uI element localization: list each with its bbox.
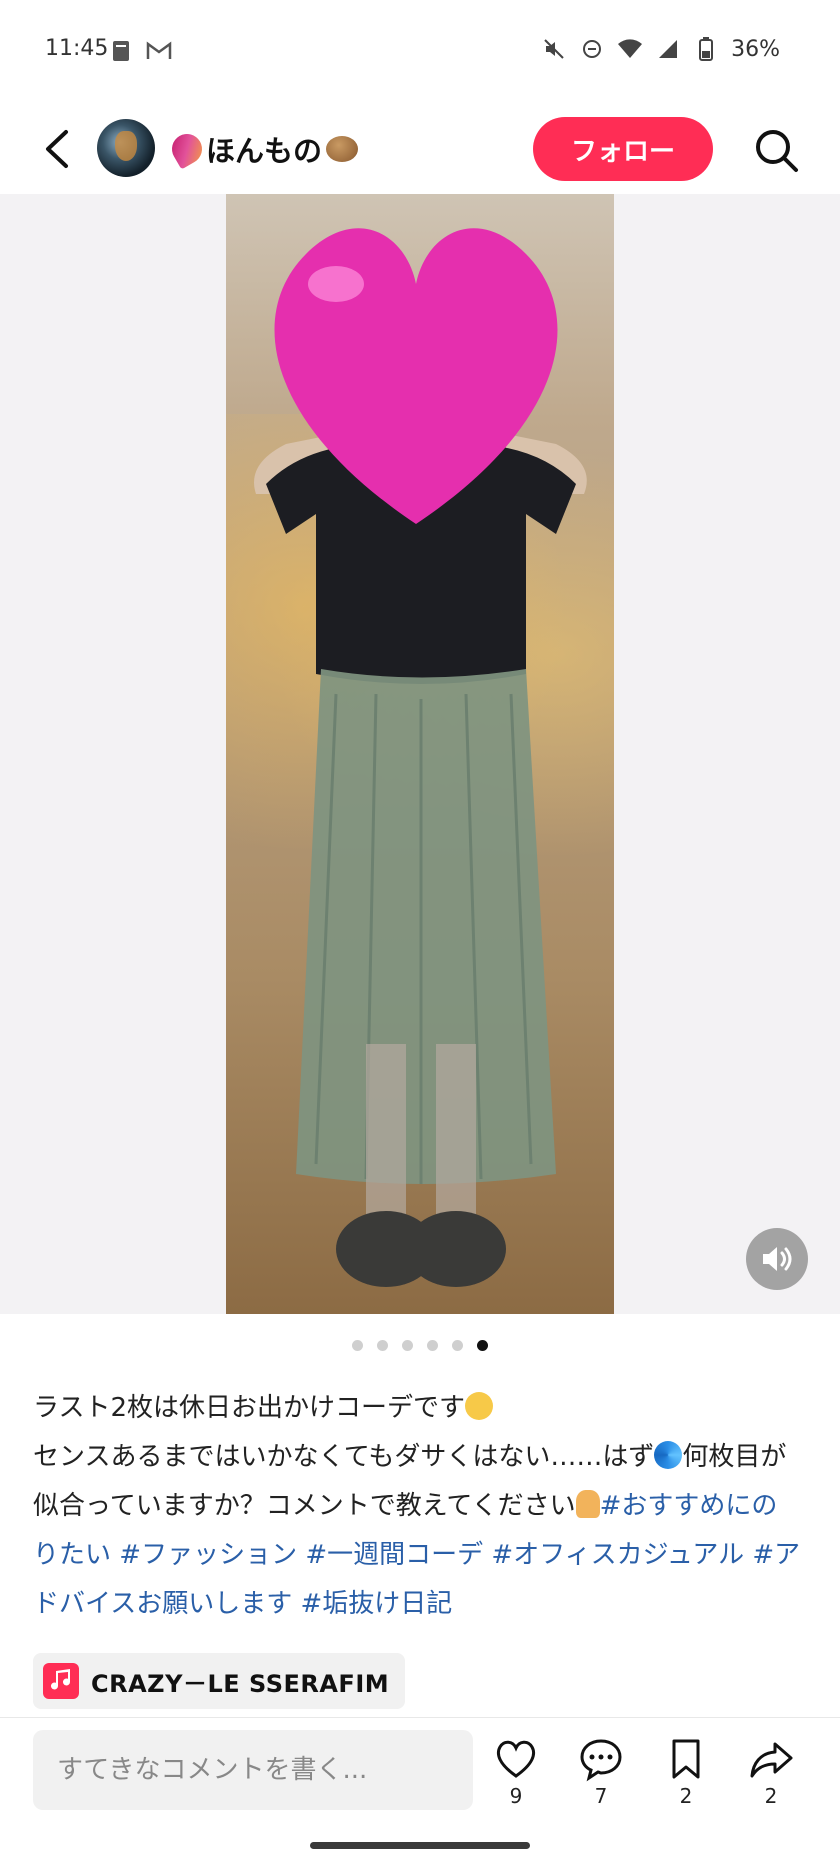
save-count: 2 [679, 1784, 693, 1808]
caption-line2a: センスあるまではいかなくてもダサくはない……はず [33, 1442, 655, 1472]
caption-line1: ラスト2枚は休日お出かけコーデです [33, 1393, 466, 1423]
search-icon [756, 130, 798, 172]
post-header: ほんもの フォロー [0, 104, 840, 195]
gmail-icon [146, 38, 172, 64]
battery-percent: 36% [731, 36, 780, 62]
heart-icon [496, 1740, 536, 1778]
page-dot [402, 1340, 413, 1351]
page-dot [352, 1340, 363, 1351]
cyclone-emoji-icon [654, 1441, 683, 1469]
comment-input[interactable] [33, 1730, 473, 1810]
speaker-icon [763, 1247, 792, 1271]
comment-button[interactable]: 7 [571, 1736, 631, 1808]
comment-count: 7 [594, 1784, 608, 1808]
like-button[interactable]: 9 [486, 1736, 546, 1808]
share-button[interactable]: 2 [741, 1736, 801, 1808]
follow-button[interactable]: フォロー [533, 117, 713, 181]
battery-icon [693, 36, 719, 62]
status-right: 36% [541, 36, 780, 62]
mute-icon [541, 36, 567, 62]
share-count: 2 [764, 1784, 778, 1808]
outfit-figure [254, 228, 587, 1287]
wifi-icon [617, 36, 643, 62]
post-photo[interactable] [226, 194, 614, 1314]
music-chip[interactable]: CRAZY－LE SSERAFIM [33, 1653, 406, 1709]
comment-icon [580, 1739, 622, 1782]
page-indicator [0, 1340, 840, 1351]
music-title: CRAZY－LE SSERAFIM [91, 1669, 390, 1698]
page-dot [427, 1340, 438, 1351]
notes-icon [108, 38, 134, 64]
post-caption: ラスト2枚は休日お出かけコーデです センスあるまではいかなくてもダサくはない……… [33, 1384, 803, 1629]
potato-icon [326, 136, 359, 162]
bookmark-icon [672, 1739, 700, 1779]
back-button[interactable] [40, 126, 76, 172]
signal-icon [655, 36, 681, 62]
home-indicator[interactable] [310, 1842, 530, 1849]
save-button[interactable]: 2 [656, 1736, 716, 1808]
sound-toggle-button[interactable] [746, 1228, 808, 1290]
status-bar: 11:45 36% [0, 0, 840, 104]
share-icon [750, 1742, 793, 1778]
bottom-action-bar: 9 7 2 2 [0, 1717, 840, 1868]
hashtag-link[interactable]: #一週間コーデ [305, 1540, 483, 1570]
hashtag-link[interactable]: #垢抜け日記 [301, 1589, 453, 1619]
laughing-emoji-icon [465, 1392, 494, 1420]
dnd-icon [579, 36, 605, 62]
post-media[interactable] [0, 194, 840, 1314]
hashtag-link[interactable]: #オフィスカジュアル [491, 1540, 744, 1570]
chevron-left-icon [46, 130, 68, 168]
like-count: 9 [509, 1784, 523, 1808]
avatar[interactable] [97, 119, 155, 177]
hashtag-link[interactable]: #ファッション [119, 1540, 297, 1570]
music-note-icon [43, 1663, 79, 1699]
page-dot-active [477, 1340, 488, 1351]
sweet-potato-icon [166, 128, 208, 170]
page-dot [452, 1340, 463, 1351]
search-button[interactable] [752, 126, 800, 174]
user-name[interactable]: ほんもの [166, 128, 359, 170]
page-dot [377, 1340, 388, 1351]
status-time: 11:45 [45, 36, 109, 61]
user-name-label: ほんもの [206, 134, 323, 168]
praying-hands-emoji-icon [575, 1490, 600, 1518]
status-left-icons [108, 38, 172, 64]
